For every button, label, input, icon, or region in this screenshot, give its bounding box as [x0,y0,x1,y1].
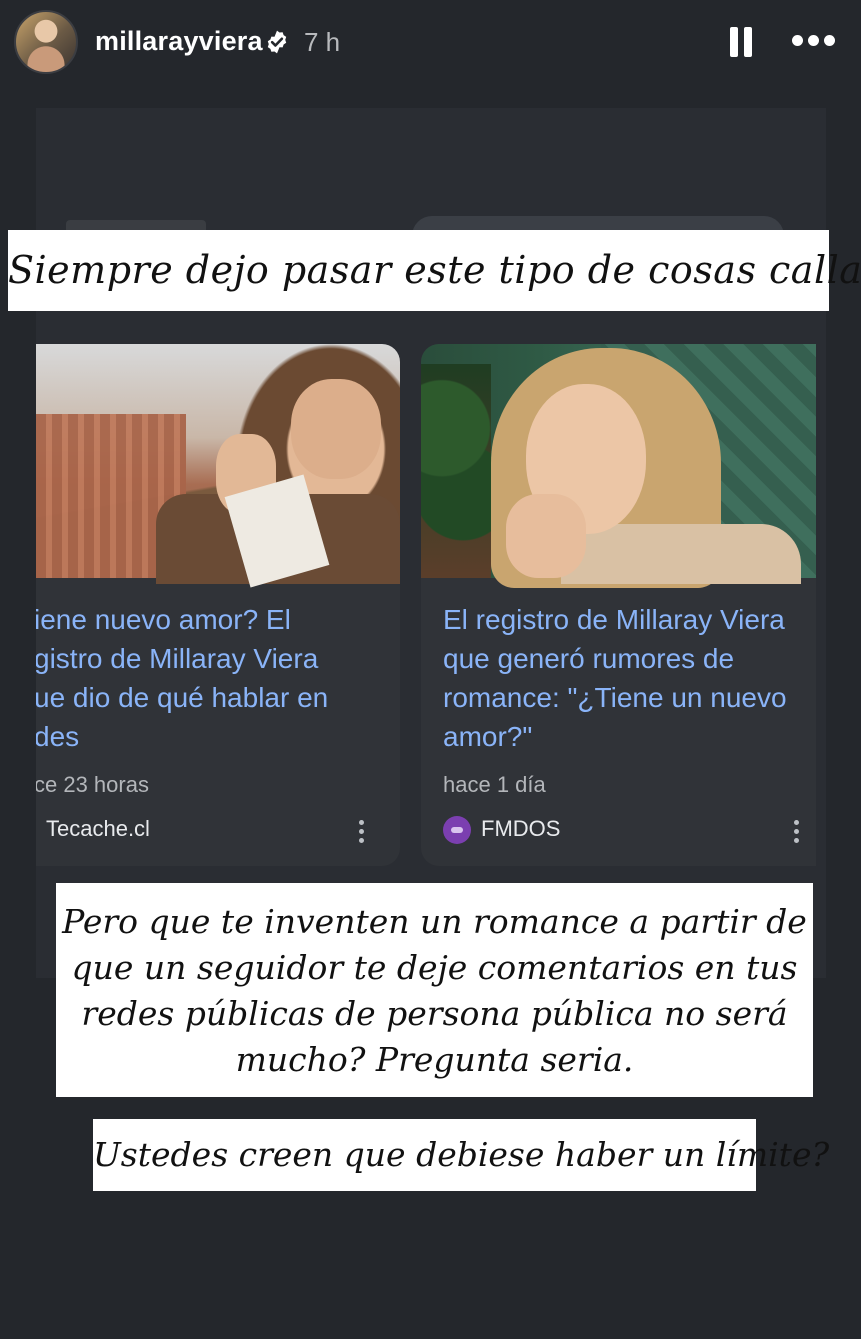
more-vert-icon[interactable] [359,820,365,844]
news-card-title[interactable]: iene nuevo amor? El gistro de Millaray V… [36,600,384,756]
post-time: 7 h [304,27,341,57]
news-card-1[interactable]: iene nuevo amor? El gistro de Millaray V… [36,344,400,866]
news-card-source: Tecache.cl [46,816,150,841]
story-header: millarayviera 7 h [0,0,861,90]
news-card-image [421,344,816,588]
fmdos-logo-icon [443,816,471,844]
story-view: iene nuevo amor? El gistro de Millaray V… [0,0,861,1339]
pause-icon[interactable] [730,27,754,59]
text-sticker-top: Siempre dejo pasar este tipo de cosas ca… [8,230,861,311]
news-card-source: FMDOS [481,816,561,841]
plant-shape [421,364,491,578]
more-vert-icon[interactable] [794,820,800,844]
verified-badge-icon [267,30,287,54]
news-card-date: ce 23 horas [36,772,149,797]
text-sticker-middle: Pero que te inventen un romance a partir… [56,883,813,1097]
news-card-image [36,344,400,588]
hand-shape [506,494,586,578]
face-shape [291,379,381,479]
news-card-title[interactable]: El registro de Millaray Viera que generó… [443,600,793,756]
news-card-date: hace 1 día [443,772,546,797]
avatar[interactable] [14,10,78,74]
text-sticker-bottom: Ustedes creen que debiese haber un límit… [93,1119,829,1191]
username[interactable]: millarayviera [95,26,263,57]
news-card-2[interactable]: El registro de Millaray Viera que generó… [421,344,816,866]
more-options-icon[interactable] [792,33,836,51]
